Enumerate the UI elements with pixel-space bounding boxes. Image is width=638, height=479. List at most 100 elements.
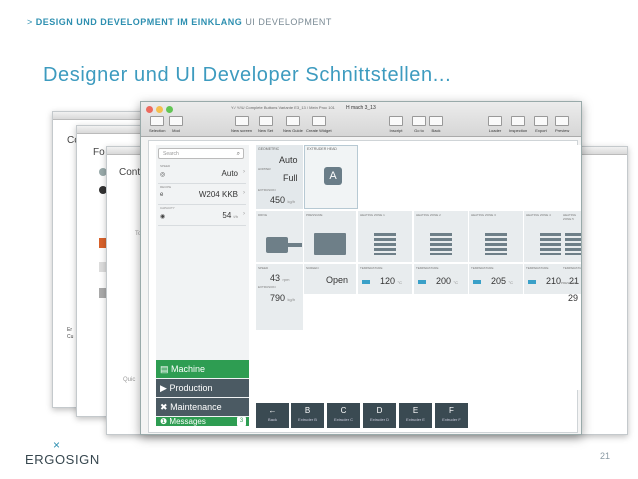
maximize-window-button[interactable] <box>166 106 173 113</box>
design-canvas[interactable]: Search ⌕ SPEED ◎ Auto › RECIPE e W204 KK… <box>148 140 581 433</box>
nav-item-machine[interactable]: ▤ Machine <box>156 360 249 378</box>
toolbar-button[interactable]: New Set <box>258 116 273 133</box>
nav-item-production[interactable]: ▶ Production <box>156 379 249 397</box>
toolbar-button[interactable]: Mod <box>169 116 183 133</box>
breadcrumb-subsection: UI DEVELOPMENT <box>245 17 332 27</box>
button-label: Extruder C <box>333 417 354 422</box>
panel-caption: HEATING ZONE 2 <box>416 213 441 217</box>
extruder-button[interactable]: E Extruder E <box>399 403 432 428</box>
parameter-number: 54 <box>222 211 232 220</box>
panel-caption: PRESSURE <box>561 281 578 285</box>
nav-label: Machine <box>171 364 206 374</box>
extruder-icon: C <box>340 406 347 415</box>
minimize-window-button[interactable] <box>156 106 163 113</box>
toolbar-button[interactable]: New screen <box>231 116 252 133</box>
extrusion2-unit: kg/h <box>287 297 296 302</box>
heater-icon <box>565 233 581 255</box>
arrow-left-icon: ← <box>268 406 277 415</box>
parameter-row[interactable]: RECIPE e W204 KKB › <box>158 184 246 205</box>
toolbar-icon <box>412 116 426 126</box>
machine-overview-grid: GEOMETRIC Auto HOPPER Full EXTRUSION 450… <box>256 145 582 390</box>
logo-mark-icon: × <box>53 438 61 452</box>
extruder-button[interactable]: C Extruder C <box>327 403 360 428</box>
temperature-level-indicator <box>418 280 426 284</box>
hmi-sidebar: Search ⌕ SPEED ◎ Auto › RECIPE e W204 KK… <box>156 145 249 426</box>
hopper-value: Full <box>283 173 298 183</box>
extruder-button[interactable]: B Extruder B <box>291 403 324 428</box>
toolbar-button[interactable]: Loader <box>488 116 502 133</box>
extrusion2-value: 790 kg/h <box>270 293 295 303</box>
toolbar-button[interactable]: Export <box>534 116 548 133</box>
extrusion2-number: 790 <box>270 293 286 303</box>
extruder-icon: B <box>304 406 311 415</box>
close-window-button[interactable] <box>146 106 153 113</box>
extrusion-unit: kg/h <box>287 199 296 204</box>
panel-caption: HEATING ZONE 1 <box>360 213 385 217</box>
chevron-right-icon: › <box>243 190 245 196</box>
extruder-button[interactable]: D Extruder D <box>363 403 396 428</box>
heater-icon <box>485 233 507 255</box>
pressure-value: 29 <box>568 293 579 303</box>
toolbar-icon <box>258 116 273 126</box>
bg-label: Quic <box>123 377 136 383</box>
back-button[interactable]: ← Back <box>256 403 289 428</box>
panel-caption: HEATING ZONE 3 <box>471 213 496 217</box>
parameter-caption: SPEED <box>160 164 171 168</box>
temperature-value: 205 °C <box>491 276 513 286</box>
panel-header: GEOMETRIC <box>258 147 280 151</box>
speed-unit: rpm <box>282 277 290 282</box>
heater-icon <box>374 233 396 255</box>
toolbar-icon <box>534 116 548 126</box>
panel-caption: TEMPERATURE <box>526 266 549 270</box>
panel-caption: SPEED <box>258 266 269 270</box>
toolbar-button[interactable]: Preview <box>555 116 569 133</box>
nav-label: Maintenance <box>170 402 222 412</box>
toolbar-label: Go to <box>414 128 424 133</box>
extruder-a-icon: A <box>324 167 342 185</box>
bg-label: Er <box>67 327 72 333</box>
message-count-badge: 3 <box>237 417 246 426</box>
toolbar-button[interactable]: Inscript <box>389 116 403 133</box>
heater-icon <box>540 233 562 255</box>
temperature-level-indicator <box>362 280 370 284</box>
toolbar-button[interactable]: Back <box>429 116 443 133</box>
toolbar-label: Inspection <box>509 128 528 133</box>
parameter-row[interactable]: CAPACITY ◉ 54 t/h › <box>158 205 246 226</box>
panel-caption: TEMPERATURE <box>563 266 582 270</box>
nav-item-maintenance[interactable]: ✖ Maintenance <box>156 398 249 416</box>
panel-caption: TEMPERATURE <box>471 266 494 270</box>
main-app-window[interactable]: Y:/ Y/IU Complete Buttons Variante E3_13… <box>140 101 582 435</box>
toolbar-button[interactable]: Create Widget <box>306 116 332 133</box>
search-input[interactable]: Search ⌕ <box>158 148 244 159</box>
panel-caption: TEMPERATURE <box>360 266 383 270</box>
bg-label: Fo <box>93 147 105 158</box>
window-subtitle: Y:/ Y/IU Complete Buttons Variante E3_13… <box>231 105 335 110</box>
toolbar-label: Mod <box>172 128 180 133</box>
toolbar-label: Selection <box>149 128 166 133</box>
window-title: H mach 3_13 <box>346 105 376 111</box>
nav-item-messages[interactable]: ❶ Messages 3 <box>156 417 249 426</box>
toolbar-icon <box>311 116 326 126</box>
button-label: Extruder F <box>442 417 461 422</box>
panel-caption: DRIVE <box>258 213 268 217</box>
toolbar-button[interactable]: Selection <box>149 116 165 133</box>
breadcrumb-section: DESIGN UND DEVELOPMENT IM EINKLANG <box>35 17 243 27</box>
toolbar-button[interactable]: Go to <box>412 116 426 133</box>
toolbar-button[interactable]: New Guide <box>283 116 303 133</box>
temperature-value: 200 °C <box>436 276 458 286</box>
toolbar-button[interactable]: Inspection <box>509 116 527 133</box>
extrusion-number: 450 <box>270 195 286 205</box>
extruder-button[interactable]: F Extruder F <box>435 403 468 428</box>
button-label: Extruder D <box>369 417 390 422</box>
speed-icon: ◎ <box>160 172 166 178</box>
toolbar-label: Loader <box>488 128 502 133</box>
recipe-icon: e <box>160 192 164 198</box>
toolbar-label: Export <box>535 128 547 133</box>
chevron-right-icon: › <box>243 169 245 175</box>
toolbar-label: New Set <box>258 128 274 133</box>
window-toolbar: Y:/ Y/IU Complete Buttons Variante E3_13… <box>141 102 581 137</box>
parameter-row[interactable]: SPEED ◎ Auto › <box>158 163 246 184</box>
page-number: 21 <box>600 451 611 461</box>
parameter-value: W204 KKB <box>198 190 238 199</box>
toolbar-icon <box>488 116 502 126</box>
